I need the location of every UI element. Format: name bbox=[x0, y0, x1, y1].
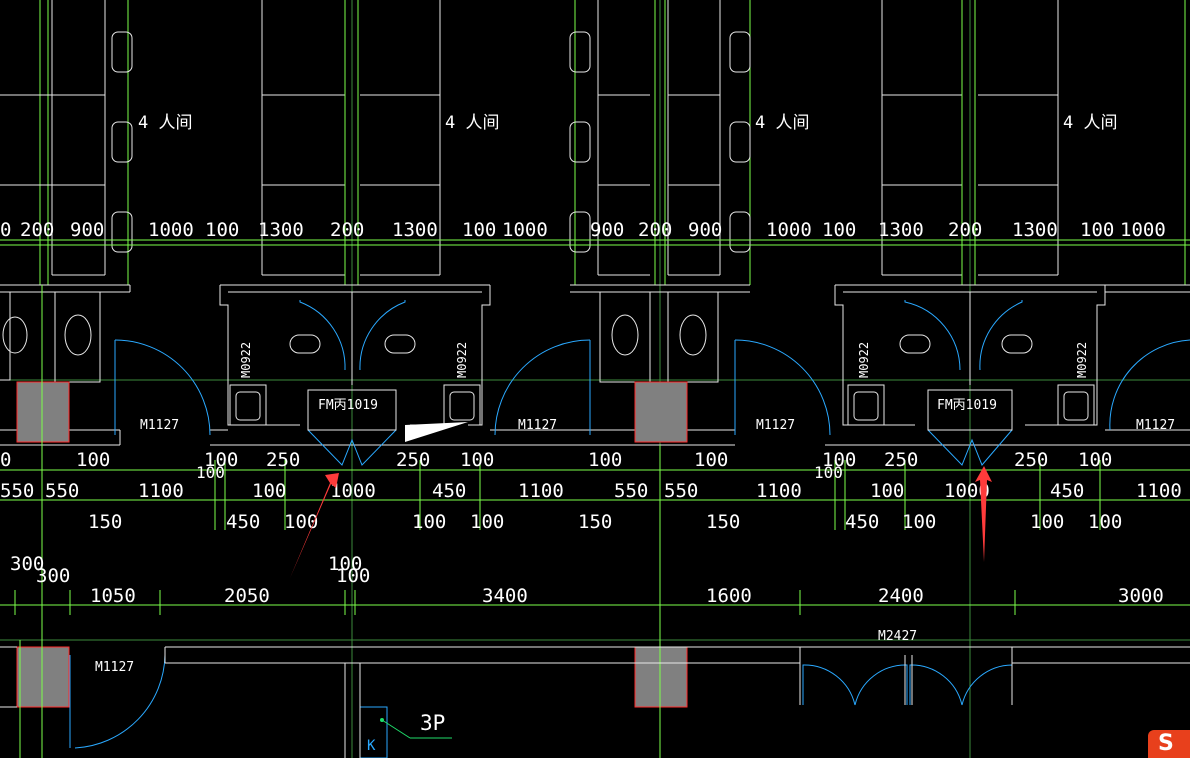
dim-label: 1100 bbox=[1136, 480, 1182, 502]
door-tag-m1127: M1127 bbox=[95, 660, 134, 675]
dim-label: 100 bbox=[412, 511, 446, 533]
dim-label: 550 bbox=[45, 480, 79, 502]
dim-label: 250 bbox=[266, 449, 300, 471]
cad-floor-plan: 4 人间 4 人间 4 人间 4 人间 0 200 900 1000 100 1… bbox=[0, 0, 1190, 758]
dim-label: 250 bbox=[396, 449, 430, 471]
panel-label-k: K bbox=[367, 738, 376, 754]
room-label: 4 人间 bbox=[1063, 113, 1117, 133]
dim-label: 100 bbox=[902, 511, 936, 533]
dim-label: 1000 bbox=[502, 219, 548, 241]
dim-label: 2400 bbox=[878, 585, 924, 607]
dim-label: 200 bbox=[330, 219, 364, 241]
dim-label: 450 bbox=[845, 511, 879, 533]
dim-label: 100 bbox=[252, 480, 286, 502]
door-tag-m0922: M0922 bbox=[857, 342, 871, 378]
dim-label: 450 bbox=[226, 511, 260, 533]
dim-label: 1100 bbox=[138, 480, 184, 502]
dim-label: 100 bbox=[1080, 219, 1114, 241]
dim-label: 100 bbox=[460, 449, 494, 471]
dim-label: 100 bbox=[205, 219, 239, 241]
dim-label: 1000 bbox=[1120, 219, 1166, 241]
dim-label: 1300 bbox=[878, 219, 924, 241]
dim-label: 150 bbox=[88, 511, 122, 533]
dim-label: 100 bbox=[822, 219, 856, 241]
dim-label: 300 bbox=[36, 565, 70, 587]
dim-label: 1600 bbox=[706, 585, 752, 607]
dim-label: 250 bbox=[1014, 449, 1048, 471]
door-tag-m2427: M2427 bbox=[878, 629, 917, 644]
door-tag-m1127: M1127 bbox=[518, 418, 557, 433]
dim-label: 100 bbox=[1088, 511, 1122, 533]
dim-label: 1300 bbox=[1012, 219, 1058, 241]
door-tag-fm: FM丙1019 bbox=[937, 398, 997, 413]
dim-label: 100 bbox=[588, 449, 622, 471]
dim-label: 1100 bbox=[518, 480, 564, 502]
dim-label: 550 bbox=[0, 480, 34, 502]
room-label: 4 人间 bbox=[445, 113, 499, 133]
ime-logo-label: S bbox=[1158, 731, 1174, 756]
dim-label: 100 bbox=[870, 480, 904, 502]
door-tag-m0922: M0922 bbox=[455, 342, 469, 378]
dim-label: 100 bbox=[1030, 511, 1064, 533]
dim-label: 3400 bbox=[482, 585, 528, 607]
dim-label: 1000 bbox=[766, 219, 812, 241]
dim-label: 1000 bbox=[148, 219, 194, 241]
door-tag-m1127: M1127 bbox=[1136, 418, 1175, 433]
column bbox=[634, 646, 688, 708]
dim-label: 200 bbox=[948, 219, 982, 241]
dim-label: 900 bbox=[688, 219, 722, 241]
dim-label: 100 bbox=[284, 511, 318, 533]
column bbox=[16, 646, 70, 708]
door-tag-m1127: M1127 bbox=[140, 418, 179, 433]
panel-label-3p: 3P bbox=[420, 711, 445, 735]
room-label: 4 人间 bbox=[755, 113, 809, 133]
dim-label: 450 bbox=[432, 480, 466, 502]
dim-label: 450 bbox=[1050, 480, 1084, 502]
dim-label: 100 bbox=[76, 449, 110, 471]
dim-label: 2050 bbox=[224, 585, 270, 607]
dim-label: 250 bbox=[884, 449, 918, 471]
dim-label: 200 bbox=[638, 219, 672, 241]
door-tag-m0922: M0922 bbox=[1075, 342, 1089, 378]
dim-label: 3000 bbox=[1118, 585, 1164, 607]
dim-label: 1050 bbox=[90, 585, 136, 607]
room-label: 4 人间 bbox=[138, 113, 192, 133]
dim-label: 100 bbox=[1078, 449, 1112, 471]
dim-label: 550 bbox=[614, 480, 648, 502]
dim-label: 200 bbox=[20, 219, 54, 241]
dim-label: 100 bbox=[336, 565, 370, 587]
dim-label: 900 bbox=[70, 219, 104, 241]
ime-logo-icon[interactable]: S bbox=[1148, 730, 1190, 758]
dim-label: 550 bbox=[664, 480, 698, 502]
dim-label: 1300 bbox=[258, 219, 304, 241]
dim-label: 1100 bbox=[756, 480, 802, 502]
door-tag-m0922: M0922 bbox=[239, 342, 253, 378]
dim-label: 0 bbox=[0, 449, 11, 471]
dim-label: 100 bbox=[814, 463, 843, 482]
dim-label: 1300 bbox=[392, 219, 438, 241]
dim-label: 100 bbox=[470, 511, 504, 533]
door-tag-fm: FM丙1019 bbox=[318, 398, 378, 413]
dim-label: 100 bbox=[196, 463, 225, 482]
column bbox=[16, 381, 70, 443]
dim-label: 100 bbox=[694, 449, 728, 471]
dim-label: 0 bbox=[0, 219, 11, 241]
dim-label: 150 bbox=[578, 511, 612, 533]
column bbox=[634, 381, 688, 443]
dim-label: 150 bbox=[706, 511, 740, 533]
dim-label: 900 bbox=[590, 219, 624, 241]
dim-label: 100 bbox=[462, 219, 496, 241]
door-tag-m1127: M1127 bbox=[756, 418, 795, 433]
